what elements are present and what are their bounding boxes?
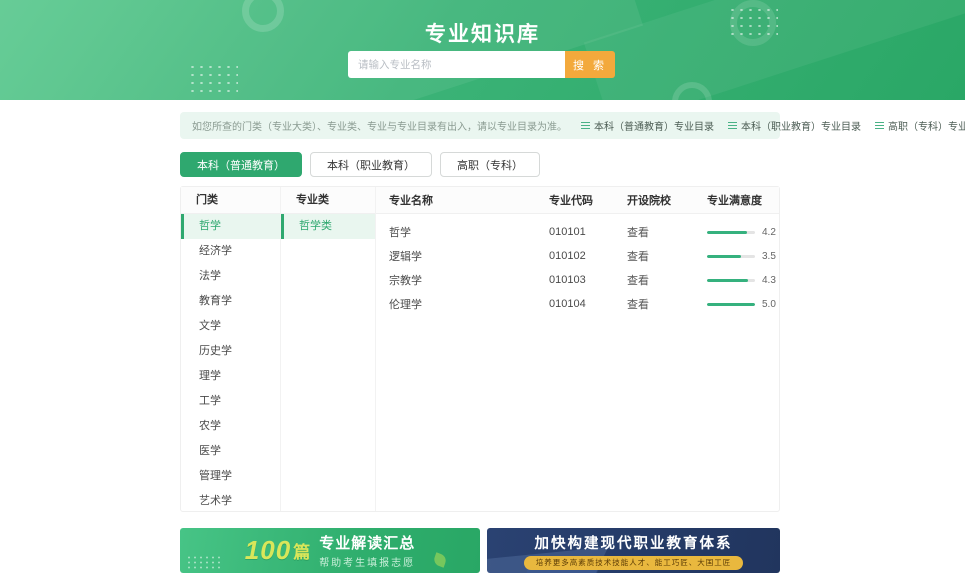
banner-right-title: 加快构建现代职业教育体系: [535, 532, 733, 553]
menlei-item[interactable]: 艺术学: [181, 489, 280, 514]
search-button[interactable]: 搜 索: [565, 51, 615, 78]
catalog-link-label: 高职（专科）专业目录: [888, 118, 965, 133]
catalog-link-gaozhi[interactable]: 高职（专科）专业目录: [875, 118, 965, 133]
zhuanyelei-column: 专业类 哲学类: [281, 187, 376, 511]
majors-table-header: 专业名称 专业代码 开设院校 专业满意度: [376, 187, 779, 214]
menlei-header: 门类: [181, 187, 280, 214]
satisfaction-bar: [707, 279, 755, 282]
zhuanyelei-item[interactable]: 哲学类: [281, 214, 375, 239]
satisfaction-cell: 3.5: [707, 251, 779, 262]
satisfaction-value: 4.2: [762, 227, 776, 238]
menlei-item[interactable]: 管理学: [181, 464, 280, 489]
tab-gaozhi-zhuanke[interactable]: 高职（专科）: [440, 152, 540, 177]
menlei-item[interactable]: 哲学: [181, 214, 280, 239]
satisfaction-bar: [707, 255, 755, 258]
col-major-code: 专业代码: [549, 192, 627, 208]
view-schools-link[interactable]: 查看: [627, 248, 707, 264]
major-code: 010103: [549, 274, 627, 286]
page-title: 专业知识库: [0, 18, 965, 48]
menlei-item[interactable]: 农学: [181, 414, 280, 439]
menlei-item[interactable]: 理学: [181, 364, 280, 389]
major-name: 逻辑学: [389, 248, 549, 264]
majors-table: 专业名称 专业代码 开设院校 专业满意度 哲学010101查看4.2逻辑学010…: [376, 187, 779, 511]
table-row: 逻辑学010102查看 3.5: [376, 244, 779, 268]
satisfaction-cell: 5.0: [707, 299, 779, 310]
hero-stripe-decoration: [0, 0, 643, 100]
dot-grid-decoration: [186, 555, 220, 569]
list-icon: [728, 122, 737, 129]
banner-big-number: 100: [245, 535, 291, 566]
banner-left-title: 专业解读汇总: [319, 532, 415, 553]
zhuanyelei-list: 哲学类: [281, 214, 375, 239]
satisfaction-value: 3.5: [762, 251, 776, 262]
satisfaction-value: 4.3: [762, 275, 776, 286]
menlei-item[interactable]: 文学: [181, 314, 280, 339]
leaf-decoration: [432, 552, 447, 567]
dot-grid-decoration: [188, 63, 238, 93]
col-schools: 开设院校: [627, 192, 707, 208]
education-level-tabs: 本科（普通教育） 本科（职业教育） 高职（专科）: [180, 152, 540, 177]
table-row: 伦理学010104查看 5.0: [376, 292, 779, 316]
banner-right-subtitle: 培养更多高素质技术技能人才、能工巧匠、大国工匠: [524, 556, 744, 570]
satisfaction-bar: [707, 303, 755, 306]
majors-table-body: 哲学010101查看4.2逻辑学010102查看3.5宗教学010103查看4.…: [376, 214, 779, 316]
view-schools-link[interactable]: 查看: [627, 224, 707, 240]
menlei-item[interactable]: 工学: [181, 389, 280, 414]
table-row: 宗教学010103查看 4.3: [376, 268, 779, 292]
table-row: 哲学010101查看 4.2: [376, 220, 779, 244]
menlei-list: 哲学经济学法学教育学文学历史学理学工学农学医学管理学艺术学: [181, 214, 280, 514]
menlei-item[interactable]: 教育学: [181, 289, 280, 314]
catalog-panel: 门类 哲学经济学法学教育学文学历史学理学工学农学医学管理学艺术学 专业类 哲学类…: [180, 186, 780, 512]
major-name: 哲学: [389, 224, 549, 240]
menlei-item[interactable]: 经济学: [181, 239, 280, 264]
col-satisfaction: 专业满意度: [707, 192, 779, 208]
menlei-item[interactable]: 法学: [181, 264, 280, 289]
catalog-link-benke-putong[interactable]: 本科（普通教育）专业目录: [581, 118, 714, 133]
view-schools-link[interactable]: 查看: [627, 296, 707, 312]
notice-text: 如您所查的门类（专业大类）、专业类、专业与专业目录有出入，请以专业目录为准。: [192, 118, 567, 133]
list-icon: [875, 122, 884, 129]
satisfaction-bar: [707, 231, 755, 234]
menlei-column: 门类 哲学经济学法学教育学文学历史学理学工学农学医学管理学艺术学: [181, 187, 281, 511]
satisfaction-cell: 4.2: [707, 227, 779, 238]
major-name: 宗教学: [389, 272, 549, 288]
menlei-item[interactable]: 历史学: [181, 339, 280, 364]
hero-header: 专业知识库 搜 索: [0, 0, 965, 100]
major-code: 010102: [549, 250, 627, 262]
banner-unit: 篇: [293, 538, 310, 563]
banner-vocational-education[interactable]: 加快构建现代职业教育体系 培养更多高素质技术技能人才、能工巧匠、大国工匠: [487, 528, 780, 573]
search-bar: 搜 索: [348, 51, 615, 78]
zhuanyelei-header: 专业类: [281, 187, 375, 214]
col-major-name: 专业名称: [389, 192, 549, 208]
satisfaction-value: 5.0: [762, 299, 776, 310]
list-icon: [581, 122, 590, 129]
banner-left-subtitle: 帮助考生填报志愿: [319, 554, 415, 569]
major-code: 010104: [549, 298, 627, 310]
banner-major-interpretation[interactable]: 100 篇 专业解读汇总 帮助考生填报志愿: [180, 528, 480, 573]
notice-bar: 如您所查的门类（专业大类）、专业类、专业与专业目录有出入，请以专业目录为准。 本…: [180, 112, 780, 139]
major-name: 伦理学: [389, 296, 549, 312]
satisfaction-cell: 4.3: [707, 275, 779, 286]
major-code: 010101: [549, 226, 627, 238]
catalog-link-benke-zhiye[interactable]: 本科（职业教育）专业目录: [728, 118, 861, 133]
menlei-item[interactable]: 医学: [181, 439, 280, 464]
search-input[interactable]: [348, 51, 565, 78]
catalog-link-label: 本科（职业教育）专业目录: [741, 118, 861, 133]
tab-benke-zhiye[interactable]: 本科（职业教育）: [310, 152, 432, 177]
tab-benke-putong[interactable]: 本科（普通教育）: [180, 152, 302, 177]
catalog-link-label: 本科（普通教育）专业目录: [594, 118, 714, 133]
view-schools-link[interactable]: 查看: [627, 272, 707, 288]
